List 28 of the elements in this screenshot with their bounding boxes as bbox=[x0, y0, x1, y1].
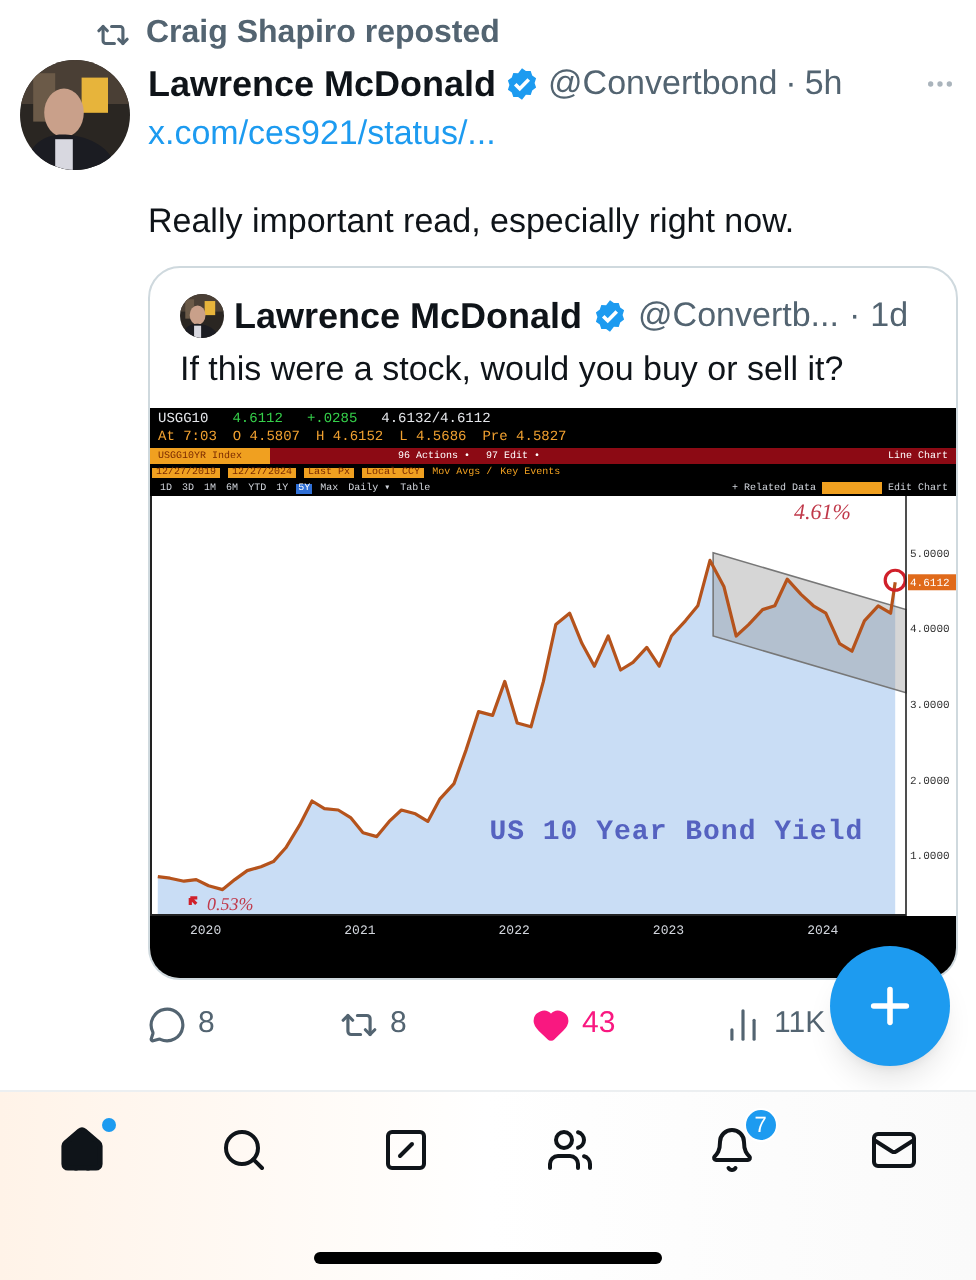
quoted-post-card[interactable] bbox=[148, 266, 958, 980]
arrow-icon bbox=[188, 896, 199, 907]
separator-dot: · bbox=[785, 62, 797, 107]
chart-annotation: 4.61% bbox=[794, 500, 851, 525]
notification-badge: 7 bbox=[743, 1108, 778, 1142]
post-time: 1d bbox=[870, 294, 909, 339]
repost-label: Craig Shapiro reposted bbox=[146, 14, 500, 54]
post-time: 5h bbox=[804, 62, 843, 107]
quoted-post-text: If this were a stock, would you buy or sell it? bbox=[178, 348, 846, 392]
communities-tab[interactable] bbox=[543, 1124, 596, 1176]
search-field[interactable] bbox=[821, 482, 882, 494]
separator-dot: · bbox=[848, 294, 861, 339]
reply-button[interactable]: 8 bbox=[148, 1001, 340, 1047]
post-text: Really important read, especially right now. bbox=[148, 200, 797, 244]
author-handle: @Convertb... bbox=[638, 294, 839, 339]
speech-bubble-icon bbox=[148, 1005, 186, 1043]
author-handle: @Convertbond bbox=[548, 62, 778, 107]
views-button[interactable]: 11K bbox=[724, 1001, 826, 1047]
repost-button[interactable]: 8 bbox=[340, 1001, 532, 1047]
author-name[interactable]: Lawrence McDonald bbox=[148, 57, 497, 111]
chart-annotation: 0.53% bbox=[207, 893, 254, 914]
bar-chart-icon bbox=[724, 1005, 762, 1043]
marker-circle-icon bbox=[883, 568, 907, 592]
author-name[interactable]: Lawrence McDonald bbox=[234, 289, 583, 343]
like-button[interactable]: 43 bbox=[532, 1001, 724, 1047]
home-tab[interactable] bbox=[56, 1124, 108, 1176]
chart-title: US 10 Year Bond Yield bbox=[489, 816, 864, 849]
heart-icon bbox=[532, 1005, 570, 1043]
